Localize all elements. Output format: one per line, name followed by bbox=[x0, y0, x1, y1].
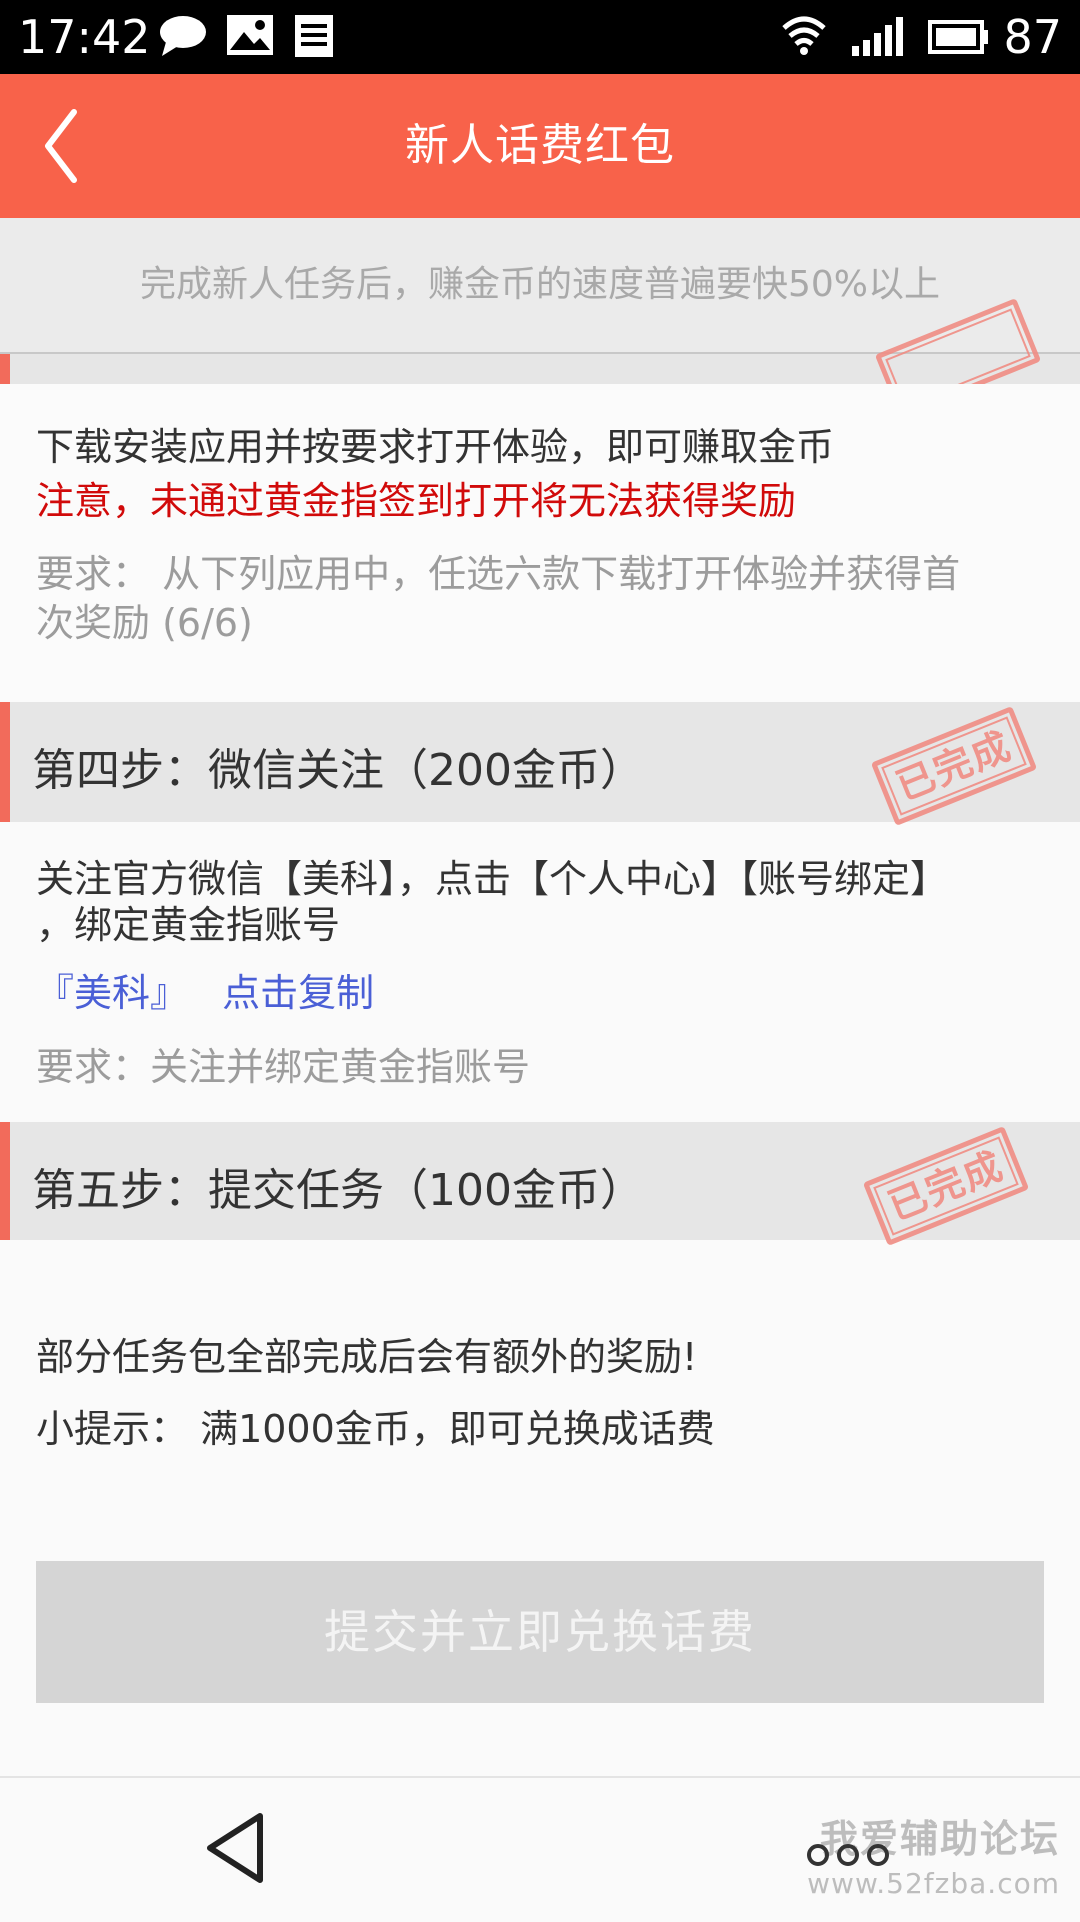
navigation-bar: 我爱辅助论坛 www.52fzba.com bbox=[0, 1776, 1080, 1922]
wifi-icon bbox=[782, 16, 826, 55]
bonus-tip: 部分任务包全部完成后会有额外的奖励! bbox=[36, 1335, 698, 1379]
signal-icon bbox=[852, 17, 903, 56]
watermark-url: www.52fzba.com bbox=[807, 1867, 1060, 1900]
notes-icon bbox=[295, 15, 333, 57]
submit-exchange-button[interactable]: 提交并立即兑换话费 bbox=[36, 1561, 1044, 1703]
battery-level: 87 bbox=[1003, 10, 1062, 64]
copy-wechat-link[interactable]: 『美科』 点击复制 bbox=[36, 970, 374, 1016]
status-time: 17:42 bbox=[18, 10, 151, 64]
step-accent bbox=[0, 702, 10, 822]
wechat-account-name: 『美科』 bbox=[36, 971, 189, 1015]
step3-requirement: 要求： 从下列应用中，任选六款下载打开体验并获得首 bbox=[36, 552, 961, 596]
message-icon bbox=[160, 16, 206, 56]
step3-description: 下载安装应用并按要求打开体验，即可赚取金币 bbox=[36, 425, 835, 469]
step3-warning: 注意，未通过黄金指签到打开将无法获得奖励 bbox=[36, 479, 797, 523]
step3-header bbox=[0, 298, 1080, 418]
step4-description: 关注官方微信【美科】，点击【个人中心】【账号绑定】 bbox=[36, 857, 949, 901]
completed-stamp: 已完成 bbox=[862, 1126, 1030, 1246]
nav-back-icon[interactable] bbox=[200, 1808, 270, 1888]
step-accent bbox=[0, 1122, 10, 1240]
completed-stamp: 已完成 bbox=[870, 706, 1038, 826]
status-bar: 17:42 87 bbox=[0, 0, 1080, 74]
step4-title: 第四步：微信关注（200金币） bbox=[32, 745, 644, 796]
image-icon bbox=[227, 15, 273, 55]
step5-title: 第五步：提交任务（100金币） bbox=[32, 1165, 644, 1216]
step4-requirement: 要求：关注并绑定黄金指账号 bbox=[36, 1045, 531, 1089]
app-header: 新人话费红包 bbox=[0, 74, 1080, 218]
copy-button[interactable]: 点击复制 bbox=[222, 971, 374, 1015]
step5-header[interactable]: 第五步：提交任务（100金币） 已完成 bbox=[0, 1122, 1080, 1246]
step4-header[interactable]: 第四步：微信关注（200金币） 已完成 bbox=[0, 702, 1080, 826]
step4-description-cont: ，绑定黄金指账号 bbox=[36, 903, 341, 947]
notice-banner: 完成新人任务后，赚金币的速度普遍要快50%以上 bbox=[0, 218, 1080, 354]
step-accent bbox=[0, 354, 10, 384]
step3-requirement-cont: 次奖励 (6/6) bbox=[36, 601, 253, 645]
battery-icon bbox=[928, 20, 988, 54]
more-icon[interactable] bbox=[806, 1842, 890, 1868]
page-title: 新人话费红包 bbox=[405, 120, 675, 171]
exchange-tip: 小提示： 满1000金币，即可兑换成话费 bbox=[36, 1407, 715, 1451]
